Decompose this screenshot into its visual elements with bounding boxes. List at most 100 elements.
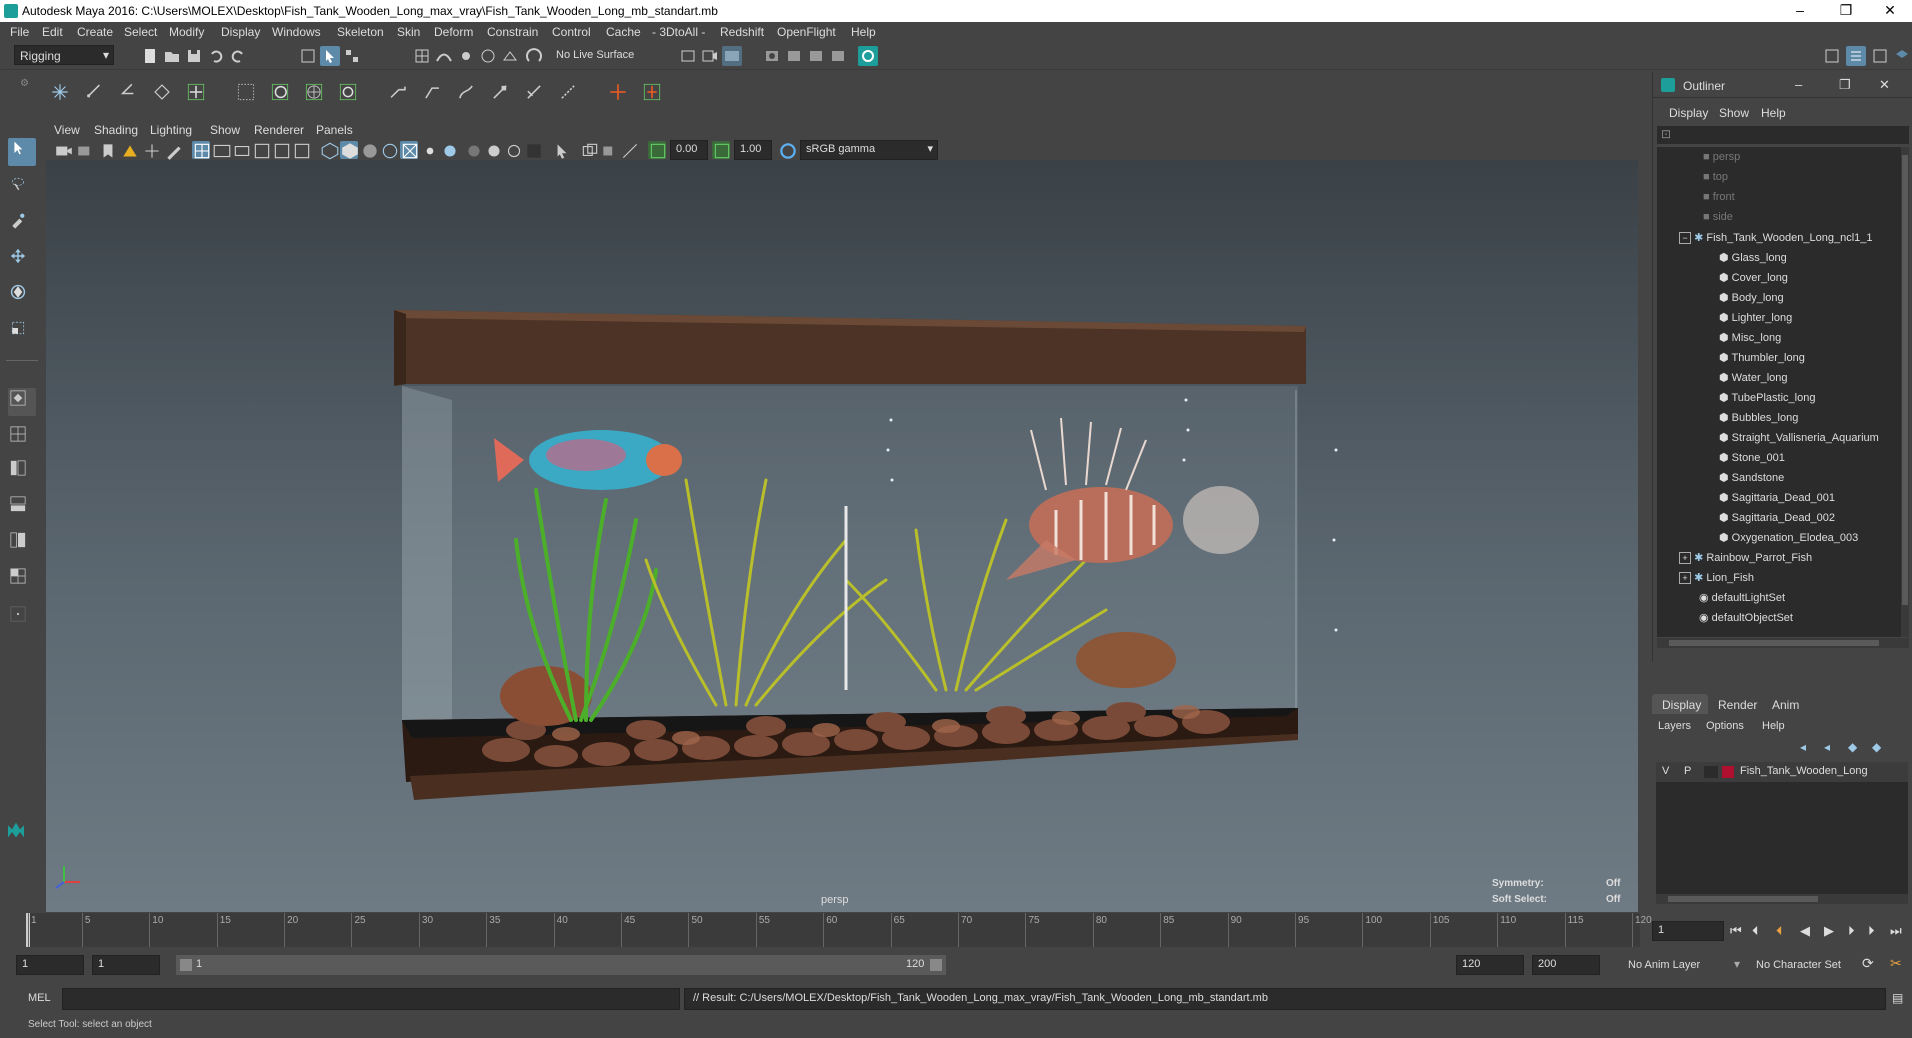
isolate-select-icon[interactable] — [552, 141, 570, 159]
lasso-tool-icon[interactable] — [8, 174, 36, 202]
grid-toggle-icon[interactable] — [192, 141, 210, 159]
scrollbar-thumb[interactable] — [1668, 896, 1818, 902]
use-all-lights-icon[interactable] — [420, 141, 438, 159]
time-ruler[interactable]: 1 5 10 15 20 25 30 35 40 45 50 55 60 65 70 75 80 85 90 95 10… — [26, 913, 1652, 947]
move-layer-up-icon[interactable]: ◂ — [1800, 740, 1806, 754]
outliner-restore-button[interactable]: ❐ — [1839, 77, 1851, 93]
playback-start-field[interactable]: 1 — [92, 955, 160, 975]
add-influence-icon[interactable] — [490, 82, 516, 108]
wireframe-on-shaded-icon[interactable] — [380, 141, 398, 159]
perspective-viewport[interactable]: persp Symmetry: Off Soft Select: Off — [46, 160, 1638, 912]
outliner-item-mesh[interactable]: ⬢ Cover_long — [1719, 271, 1788, 291]
close-button[interactable]: ✕ — [1870, 2, 1910, 19]
outliner-item-group[interactable]: + ✱ Lion_Fish — [1679, 571, 1754, 591]
outliner-item-group[interactable]: − ✱ Fish_Tank_Wooden_Long_ncl1_1 — [1679, 231, 1873, 251]
ipr-render-icon[interactable] — [722, 46, 742, 66]
outliner-item-mesh[interactable]: ⬢ Water_long — [1719, 371, 1788, 391]
anti-aliasing-icon[interactable] — [504, 141, 522, 159]
command-input[interactable] — [62, 988, 680, 1010]
parent-constraint-icon[interactable] — [642, 82, 668, 108]
far-clip-field[interactable]: 1.00 — [734, 140, 772, 160]
xray-active-components-icon[interactable] — [600, 141, 618, 159]
current-frame-field[interactable]: 1 — [1652, 921, 1724, 941]
outliner-item-mesh[interactable]: ⬢ Sagittaria_Dead_001 — [1719, 491, 1835, 511]
paint-weights-icon[interactable] — [456, 82, 482, 108]
step-forward-frame-icon[interactable]: ⏵ — [1868, 923, 1875, 939]
anim-layer-dropdown[interactable]: No Anim Layer — [1628, 959, 1700, 971]
new-scene-icon[interactable] — [140, 46, 160, 66]
layers-menu-help[interactable]: Help — [1762, 720, 1785, 732]
layer-row[interactable]: V P Fish_Tank_Wooden_Long — [1656, 762, 1908, 782]
outliner-item-set[interactable]: ◉ defaultLightSet — [1699, 591, 1785, 611]
select-by-hierarchy-icon[interactable] — [298, 46, 318, 66]
menu-edit[interactable]: Edit — [42, 25, 63, 39]
menu-openflight[interactable]: OpenFlight — [777, 25, 836, 39]
hypershade-layout-icon[interactable] — [8, 530, 36, 558]
detach-skin-icon[interactable] — [558, 82, 584, 108]
script-editor-icon[interactable]: ▤ — [1892, 991, 1903, 1005]
redshift-render-icon[interactable] — [858, 46, 878, 66]
channel-box-icon[interactable] — [1892, 46, 1912, 66]
layer-playback-toggle[interactable]: P — [1684, 765, 1691, 777]
menu-file[interactable]: File — [10, 25, 29, 39]
range-end-handle[interactable] — [930, 959, 942, 971]
menu-select[interactable]: Select — [124, 25, 157, 39]
xray-icon[interactable] — [580, 141, 598, 159]
four-view-layout-icon[interactable] — [8, 424, 36, 452]
expand-toggle-icon[interactable]: + — [1679, 572, 1691, 584]
render-settings-icon[interactable] — [762, 46, 782, 66]
color-space-dropdown[interactable]: sRGB gamma ▾ — [800, 140, 938, 160]
character-set-dropdown[interactable]: No Character Set — [1756, 959, 1841, 971]
menu-create[interactable]: Create — [77, 25, 113, 39]
hypershade-icon[interactable] — [784, 46, 804, 66]
outliner-item-group[interactable]: + ✱ Rainbow_Parrot_Fish — [1679, 551, 1812, 571]
near-clip-field[interactable]: 0.00 — [670, 140, 708, 160]
range-start-handle[interactable] — [180, 959, 192, 971]
ik-handle-icon[interactable] — [84, 82, 110, 108]
outliner-menu-help[interactable]: Help — [1761, 106, 1786, 120]
go-to-start-icon[interactable]: ⏮ — [1730, 923, 1742, 939]
bookmark-icon[interactable] — [98, 141, 116, 159]
wireframe-icon[interactable] — [320, 141, 339, 160]
outliner-item-mesh[interactable]: ⬢ Body_long — [1719, 291, 1784, 311]
joint-tool-icon[interactable] — [50, 82, 76, 108]
menu-set-dropdown[interactable]: Rigging ▾ — [14, 45, 114, 65]
menu-deform[interactable]: Deform — [434, 25, 473, 39]
animation-start-field[interactable]: 1 — [16, 955, 84, 975]
outliner-item-mesh[interactable]: ⬢ Lighter_long — [1719, 311, 1792, 331]
rotate-tool-icon[interactable] — [8, 282, 36, 310]
undo-icon[interactable] — [206, 46, 226, 66]
step-back-frame-icon[interactable]: ⏴ — [1752, 923, 1759, 939]
new-layer-selected-icon[interactable]: ◆ — [1872, 740, 1881, 754]
menu-display[interactable]: Display — [221, 25, 260, 39]
collapse-toggle-icon[interactable]: − — [1679, 232, 1691, 244]
expand-toggle-icon[interactable]: + — [1679, 552, 1691, 564]
outliner-item-mesh[interactable]: ⬢ Straight_Vallisneria_Aquarium — [1719, 431, 1899, 451]
vp-menu-shading[interactable]: Shading — [94, 123, 138, 137]
outliner-item-set[interactable]: ◉ defaultObjectSet — [1699, 611, 1793, 631]
smooth-bind-icon[interactable] — [422, 82, 448, 108]
outliner-item-mesh[interactable]: ⬢ Sandstone — [1719, 471, 1784, 491]
mirror-joint-icon[interactable] — [152, 82, 178, 108]
playback-end-field[interactable]: 120 — [1456, 955, 1524, 975]
select-by-object-icon[interactable] — [320, 46, 340, 66]
point-constraint-icon[interactable] — [608, 82, 634, 108]
scale-tool-icon[interactable] — [8, 318, 36, 346]
script-language-label[interactable]: MEL — [28, 992, 51, 1004]
select-by-component-icon[interactable] — [342, 46, 362, 66]
input-output-icon[interactable] — [678, 46, 698, 66]
snap-curve-icon[interactable] — [434, 46, 454, 66]
menu-control[interactable]: Control — [552, 25, 591, 39]
menu-3dtoall[interactable]: - 3DtoAll - — [652, 25, 705, 39]
make-live-icon[interactable] — [524, 46, 544, 66]
resolution-gate-icon[interactable] — [232, 141, 250, 159]
auto-key-icon[interactable]: ⟳ — [1862, 955, 1874, 972]
outliner-minimize-button[interactable]: – — [1795, 77, 1802, 92]
outliner-search-field[interactable]: ⊡ — [1657, 126, 1909, 144]
menu-cache[interactable]: Cache — [606, 25, 641, 39]
depth-of-field-icon[interactable] — [524, 141, 542, 159]
render-globals-icon[interactable] — [828, 46, 848, 66]
color-management-icon[interactable] — [778, 141, 796, 159]
vp-menu-view[interactable]: View — [54, 123, 80, 137]
outliner-item-camera[interactable]: ■ persp — [1703, 151, 1740, 171]
